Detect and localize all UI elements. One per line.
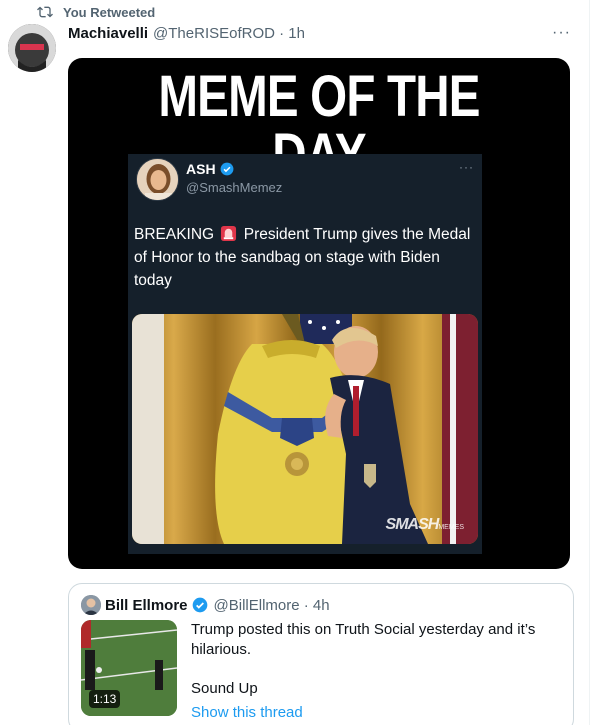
video-thumbnail[interactable]: 1:13: [81, 620, 177, 716]
scrollbar-track[interactable]: [589, 0, 601, 725]
inner-author-name: ASH: [186, 161, 216, 177]
watermark: SMASHMEMES: [386, 516, 464, 534]
quote-avatar: [81, 595, 101, 615]
quote-text-sound-up: Sound Up: [191, 680, 258, 697]
embedded-tweet-screenshot: ASH @SmashMemez ··· BREAKING President T…: [128, 154, 482, 554]
inner-handle: @SmashMemez: [186, 180, 283, 195]
siren-icon: [221, 225, 237, 242]
inner-text-breaking: BREAKING: [134, 226, 215, 243]
retweet-icon: [37, 6, 53, 18]
verified-icon: [192, 597, 207, 613]
quote-handle-time: @BillEllmore · 4h: [213, 596, 330, 614]
author-handle-time[interactable]: @TheRISEofROD · 1h: [153, 25, 305, 42]
meme-photo: SMASHMEMES: [132, 314, 478, 544]
author-name[interactable]: Machiavelli: [68, 25, 148, 42]
inner-author: ASH: [186, 161, 234, 177]
inner-tweet-text: BREAKING President Trump gives the Medal…: [134, 223, 474, 292]
retweet-context: You Retweeted: [37, 4, 155, 20]
author-avatar[interactable]: [8, 24, 56, 72]
inner-avatar: [136, 158, 179, 201]
verified-icon: [220, 162, 233, 176]
show-thread-link[interactable]: Show this thread: [191, 704, 303, 721]
quote-header: Bill Ellmore @BillEllmore · 4h: [81, 595, 330, 615]
quote-author-name: Bill Ellmore: [105, 596, 188, 614]
quoted-tweet-card[interactable]: Bill Ellmore @BillEllmore · 4h 1:13 Trum…: [68, 583, 574, 725]
watermark-text: SMASH: [385, 516, 440, 533]
tweet-header: Machiavelli @TheRISEofROD · 1h: [68, 25, 305, 42]
more-icon[interactable]: ···: [552, 24, 571, 42]
watermark-small: MEMES: [438, 524, 464, 531]
quote-text: Trump posted this on Truth Social yester…: [191, 621, 536, 658]
tweet-media[interactable]: MEME OF THE DAY ASH @SmashMemez ··· BREA…: [68, 58, 570, 569]
video-duration: 1:13: [89, 690, 121, 708]
inner-more-icon: ···: [459, 160, 474, 174]
retweet-label: You Retweeted: [63, 4, 156, 20]
